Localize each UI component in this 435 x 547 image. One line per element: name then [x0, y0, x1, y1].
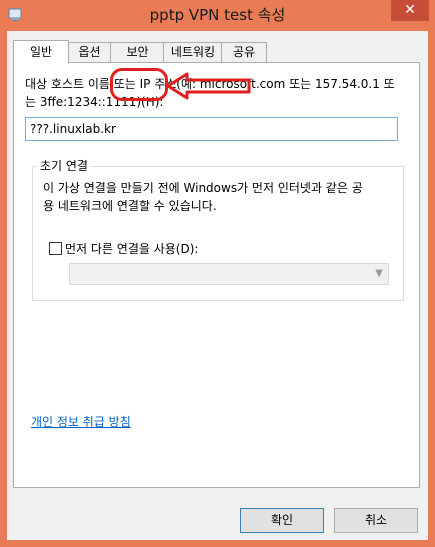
annotation-arrow-icon [166, 72, 251, 100]
tab-options[interactable]: 옵션 [67, 42, 112, 62]
dial-first-checkbox[interactable] [49, 242, 62, 255]
tab-networking[interactable]: 네트워킹 [163, 42, 223, 62]
tab-security[interactable]: 보안 [110, 42, 165, 62]
annotation-circle [110, 68, 168, 101]
initial-connection-title: 초기 연결 [37, 157, 91, 174]
dial-first-label[interactable]: 먼저 다른 연결을 사용(D): [65, 240, 198, 257]
cancel-button[interactable]: 취소 [334, 508, 418, 533]
window-title: pptp VPN test 속성 [149, 6, 286, 24]
close-button[interactable]: ✕ [391, 0, 429, 21]
initial-connection-description: 이 가상 연결을 만들기 전에 Windows가 먼저 인터넷과 같은 공 용 … [43, 179, 403, 215]
description-line-1: 이 가상 연결을 만들기 전에 Windows가 먼저 인터넷과 같은 공 [43, 181, 363, 195]
host-address-input[interactable] [25, 117, 398, 141]
description-line-2: 용 네트워크에 연결할 수 있습니다. [43, 199, 217, 213]
dialog-client: 일반 옵션 보안 네트워킹 공유 대상 호스트 이름 또는 IP 주소(예: m… [7, 31, 428, 540]
chevron-down-icon: ▼ [375, 268, 383, 279]
privacy-policy-link[interactable]: 개인 정보 취급 방침 [31, 413, 131, 430]
tab-general[interactable]: 일반 [13, 40, 69, 64]
first-connection-select[interactable]: ▼ [69, 263, 389, 285]
ok-button[interactable]: 확인 [240, 508, 324, 533]
tab-sharing[interactable]: 공유 [221, 42, 267, 62]
